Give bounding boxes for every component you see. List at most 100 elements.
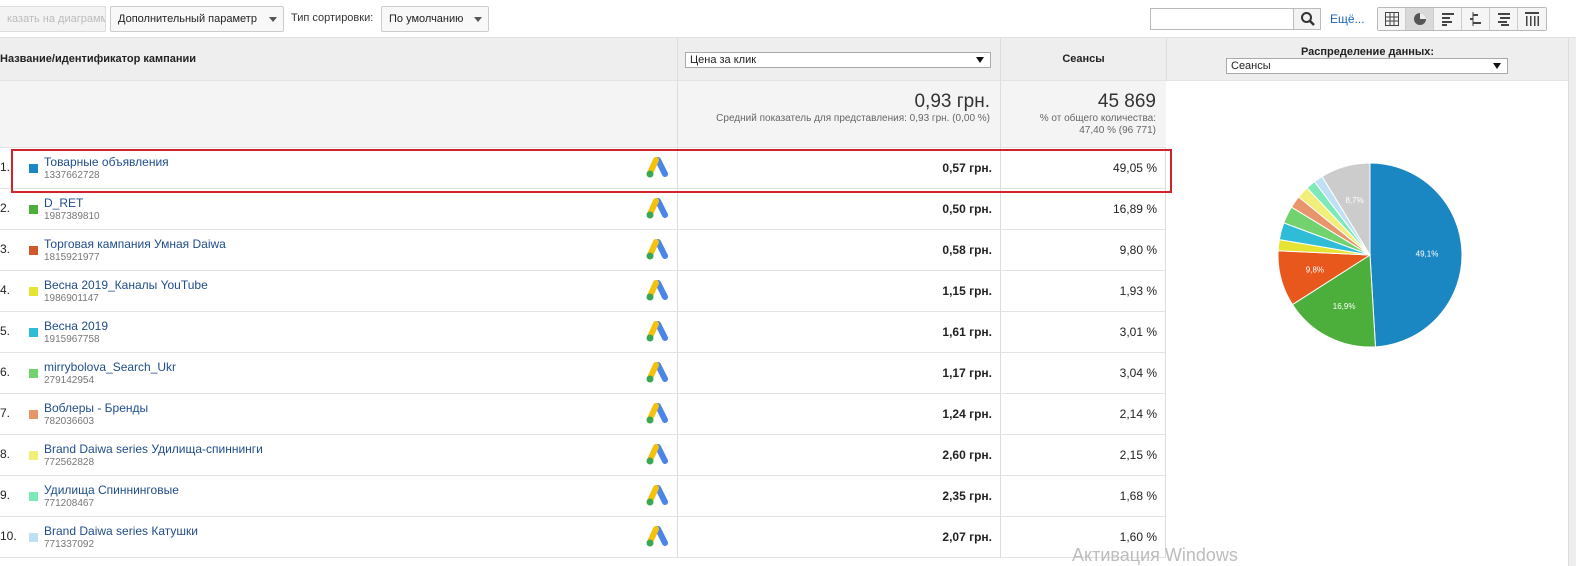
- dropdown-arrow-icon: [1493, 63, 1501, 69]
- sessions-cell: 3,01 %: [1000, 312, 1166, 352]
- row-index: 6.: [0, 365, 11, 379]
- campaign-name-link[interactable]: Brand Daiwa series Катушки: [44, 524, 198, 538]
- campaign-id: 1915967758: [44, 334, 100, 345]
- summary-sessions-note: % от общего количества:: [1039, 113, 1156, 124]
- secondary-dimension-dropdown[interactable]: Дополнительный параметр: [110, 6, 284, 32]
- campaign-name-link[interactable]: Воблеры - Бренды: [44, 401, 148, 415]
- distribution-select-value: Сеансы: [1231, 60, 1271, 72]
- cpc-cell: 1,61 грн.: [677, 312, 1000, 352]
- campaign-cell: 4. Весна 2019_Каналы YouTube 1986901147: [0, 271, 677, 311]
- cpc-cell: 0,50 грн.: [677, 189, 1000, 229]
- campaign-cell: 1. Товарные объявления 1337662728: [0, 148, 677, 188]
- campaign-column-header[interactable]: Название/идентификатор кампании: [0, 38, 677, 81]
- row-index: 3.: [0, 242, 11, 256]
- summary-metric-value: 0,93 грн.: [914, 91, 990, 112]
- more-link[interactable]: Ещё...: [1330, 12, 1365, 26]
- metric-select-value: Цена за клик: [690, 54, 757, 66]
- distribution-select[interactable]: Сеансы: [1226, 58, 1508, 74]
- google-ads-icon[interactable]: [645, 526, 669, 548]
- google-ads-icon[interactable]: [645, 444, 669, 466]
- campaign-name-link[interactable]: D_RET: [44, 196, 83, 210]
- series-color-swatch: [29, 533, 38, 542]
- cpc-cell: 2,07 грн.: [677, 517, 1000, 557]
- row-index: 2.: [0, 201, 11, 215]
- series-color-swatch: [29, 328, 38, 337]
- view-pivot-button[interactable]: [1518, 8, 1546, 30]
- row-index: 1.: [0, 160, 11, 174]
- view-term-cloud-button[interactable]: [1490, 8, 1518, 30]
- google-ads-icon[interactable]: [645, 321, 669, 343]
- view-data-table-button[interactable]: [1378, 8, 1406, 30]
- campaign-column-label: Название/идентификатор кампании: [0, 53, 197, 65]
- sort-type-value: По умолчанию: [389, 13, 464, 25]
- search-icon: [1301, 12, 1315, 26]
- sessions-cell: 3,04 %: [1000, 353, 1166, 393]
- google-ads-icon[interactable]: [645, 239, 669, 261]
- chevron-down-icon: [474, 17, 482, 22]
- report-toolbar: казать на диаграмме Дополнительный парам…: [0, 0, 1576, 38]
- campaign-cell: 2. D_RET 1987389810: [0, 189, 677, 229]
- campaign-name-link[interactable]: Торговая кампания Умная Daiwa: [44, 237, 226, 251]
- campaign-cell: 6. mirrybolova_Search_Ukr 279142954: [0, 353, 677, 393]
- campaign-name-link[interactable]: Товарные объявления: [44, 155, 169, 169]
- metric-select[interactable]: Цена за клик: [685, 52, 991, 68]
- sessions-pie-chart: 49,1% 16,9% 9,8% 8,7%: [1277, 163, 1463, 348]
- campaign-id: 782036603: [44, 416, 95, 427]
- view-comparison-button[interactable]: [1462, 8, 1490, 30]
- sessions-cell: 1,68 %: [1000, 476, 1166, 516]
- cpc-cell: 1,15 грн.: [677, 271, 1000, 311]
- campaign-name-link[interactable]: Весна 2019_Каналы YouTube: [44, 278, 208, 292]
- google-ads-icon[interactable]: [645, 280, 669, 302]
- sessions-column-header[interactable]: Сеансы: [1000, 38, 1166, 81]
- search-input[interactable]: [1150, 8, 1294, 30]
- google-ads-icon[interactable]: [645, 198, 669, 220]
- sort-type-dropdown[interactable]: По умолчанию: [381, 6, 489, 32]
- summary-metric-cell: 0,93 грн. Средний показатель для предста…: [677, 81, 1000, 148]
- view-switcher: [1377, 7, 1547, 31]
- summary-name-cell: [0, 81, 677, 148]
- data-table-icon: [1385, 12, 1399, 26]
- row-index: 4.: [0, 283, 11, 297]
- pie-slice-label: 8,7%: [1345, 196, 1363, 205]
- view-pie-button[interactable]: [1406, 8, 1434, 30]
- table-row: 4. Весна 2019_Каналы YouTube 1986901147 1,1…: [0, 271, 1166, 312]
- google-ads-icon[interactable]: [645, 157, 669, 179]
- campaign-table-body: 1. Товарные объявления 1337662728 0,57 грн.…: [0, 148, 1166, 558]
- table-row: 5. Весна 2019 1915967758 1,61 грн. 3,01 %: [0, 312, 1166, 353]
- row-index: 7.: [0, 406, 11, 420]
- term-cloud-icon: [1498, 13, 1510, 26]
- search-button[interactable]: [1293, 8, 1321, 30]
- campaign-name-link[interactable]: mirrybolova_Search_Ukr: [44, 360, 176, 374]
- plot-rows-button[interactable]: казать на диаграмме: [0, 6, 106, 32]
- campaign-cell: 10. Brand Daiwa series Катушки 771337092: [0, 517, 677, 557]
- view-performance-button[interactable]: [1434, 8, 1462, 30]
- campaign-id: 1986901147: [44, 293, 99, 304]
- campaign-id: 1337662728: [44, 170, 100, 181]
- series-color-swatch: [29, 369, 38, 378]
- campaign-name-link[interactable]: Brand Daiwa series Удилища-спиннинги: [44, 442, 263, 456]
- comparison-icon: [1470, 12, 1481, 26]
- campaign-cell: 5. Весна 2019 1915967758: [0, 312, 677, 352]
- campaign-cell: 8. Brand Daiwa series Удилища-спиннинги 77…: [0, 435, 677, 475]
- row-index: 5.: [0, 324, 11, 338]
- campaign-id: 771337092: [44, 539, 95, 550]
- cpc-cell: 2,35 грн.: [677, 476, 1000, 516]
- dropdown-arrow-icon: [976, 57, 984, 63]
- cpc-cell: 1,17 грн.: [677, 353, 1000, 393]
- pivot-icon: [1525, 12, 1539, 26]
- campaign-id: 1987389810: [44, 211, 100, 222]
- google-ads-icon[interactable]: [645, 485, 669, 507]
- table-row: 9. Удилища Спиннинговые 771208467 2,35 грн.…: [0, 476, 1166, 517]
- google-ads-icon[interactable]: [645, 362, 669, 384]
- campaign-name-link[interactable]: Весна 2019: [44, 319, 108, 333]
- google-ads-icon[interactable]: [645, 403, 669, 425]
- series-color-swatch: [29, 287, 38, 296]
- row-index: 9.: [0, 488, 11, 502]
- pie-slice-label: 49,1%: [1416, 249, 1439, 258]
- scrollbar[interactable]: [1568, 38, 1576, 566]
- table-row: 3. Торговая кампания Умная Daiwa 181592197…: [0, 230, 1166, 271]
- campaign-name-link[interactable]: Удилища Спиннинговые: [44, 483, 179, 497]
- secondary-dimension-label: Дополнительный параметр: [118, 13, 257, 25]
- cpc-cell: 2,60 грн.: [677, 435, 1000, 475]
- sessions-cell: 2,15 %: [1000, 435, 1166, 475]
